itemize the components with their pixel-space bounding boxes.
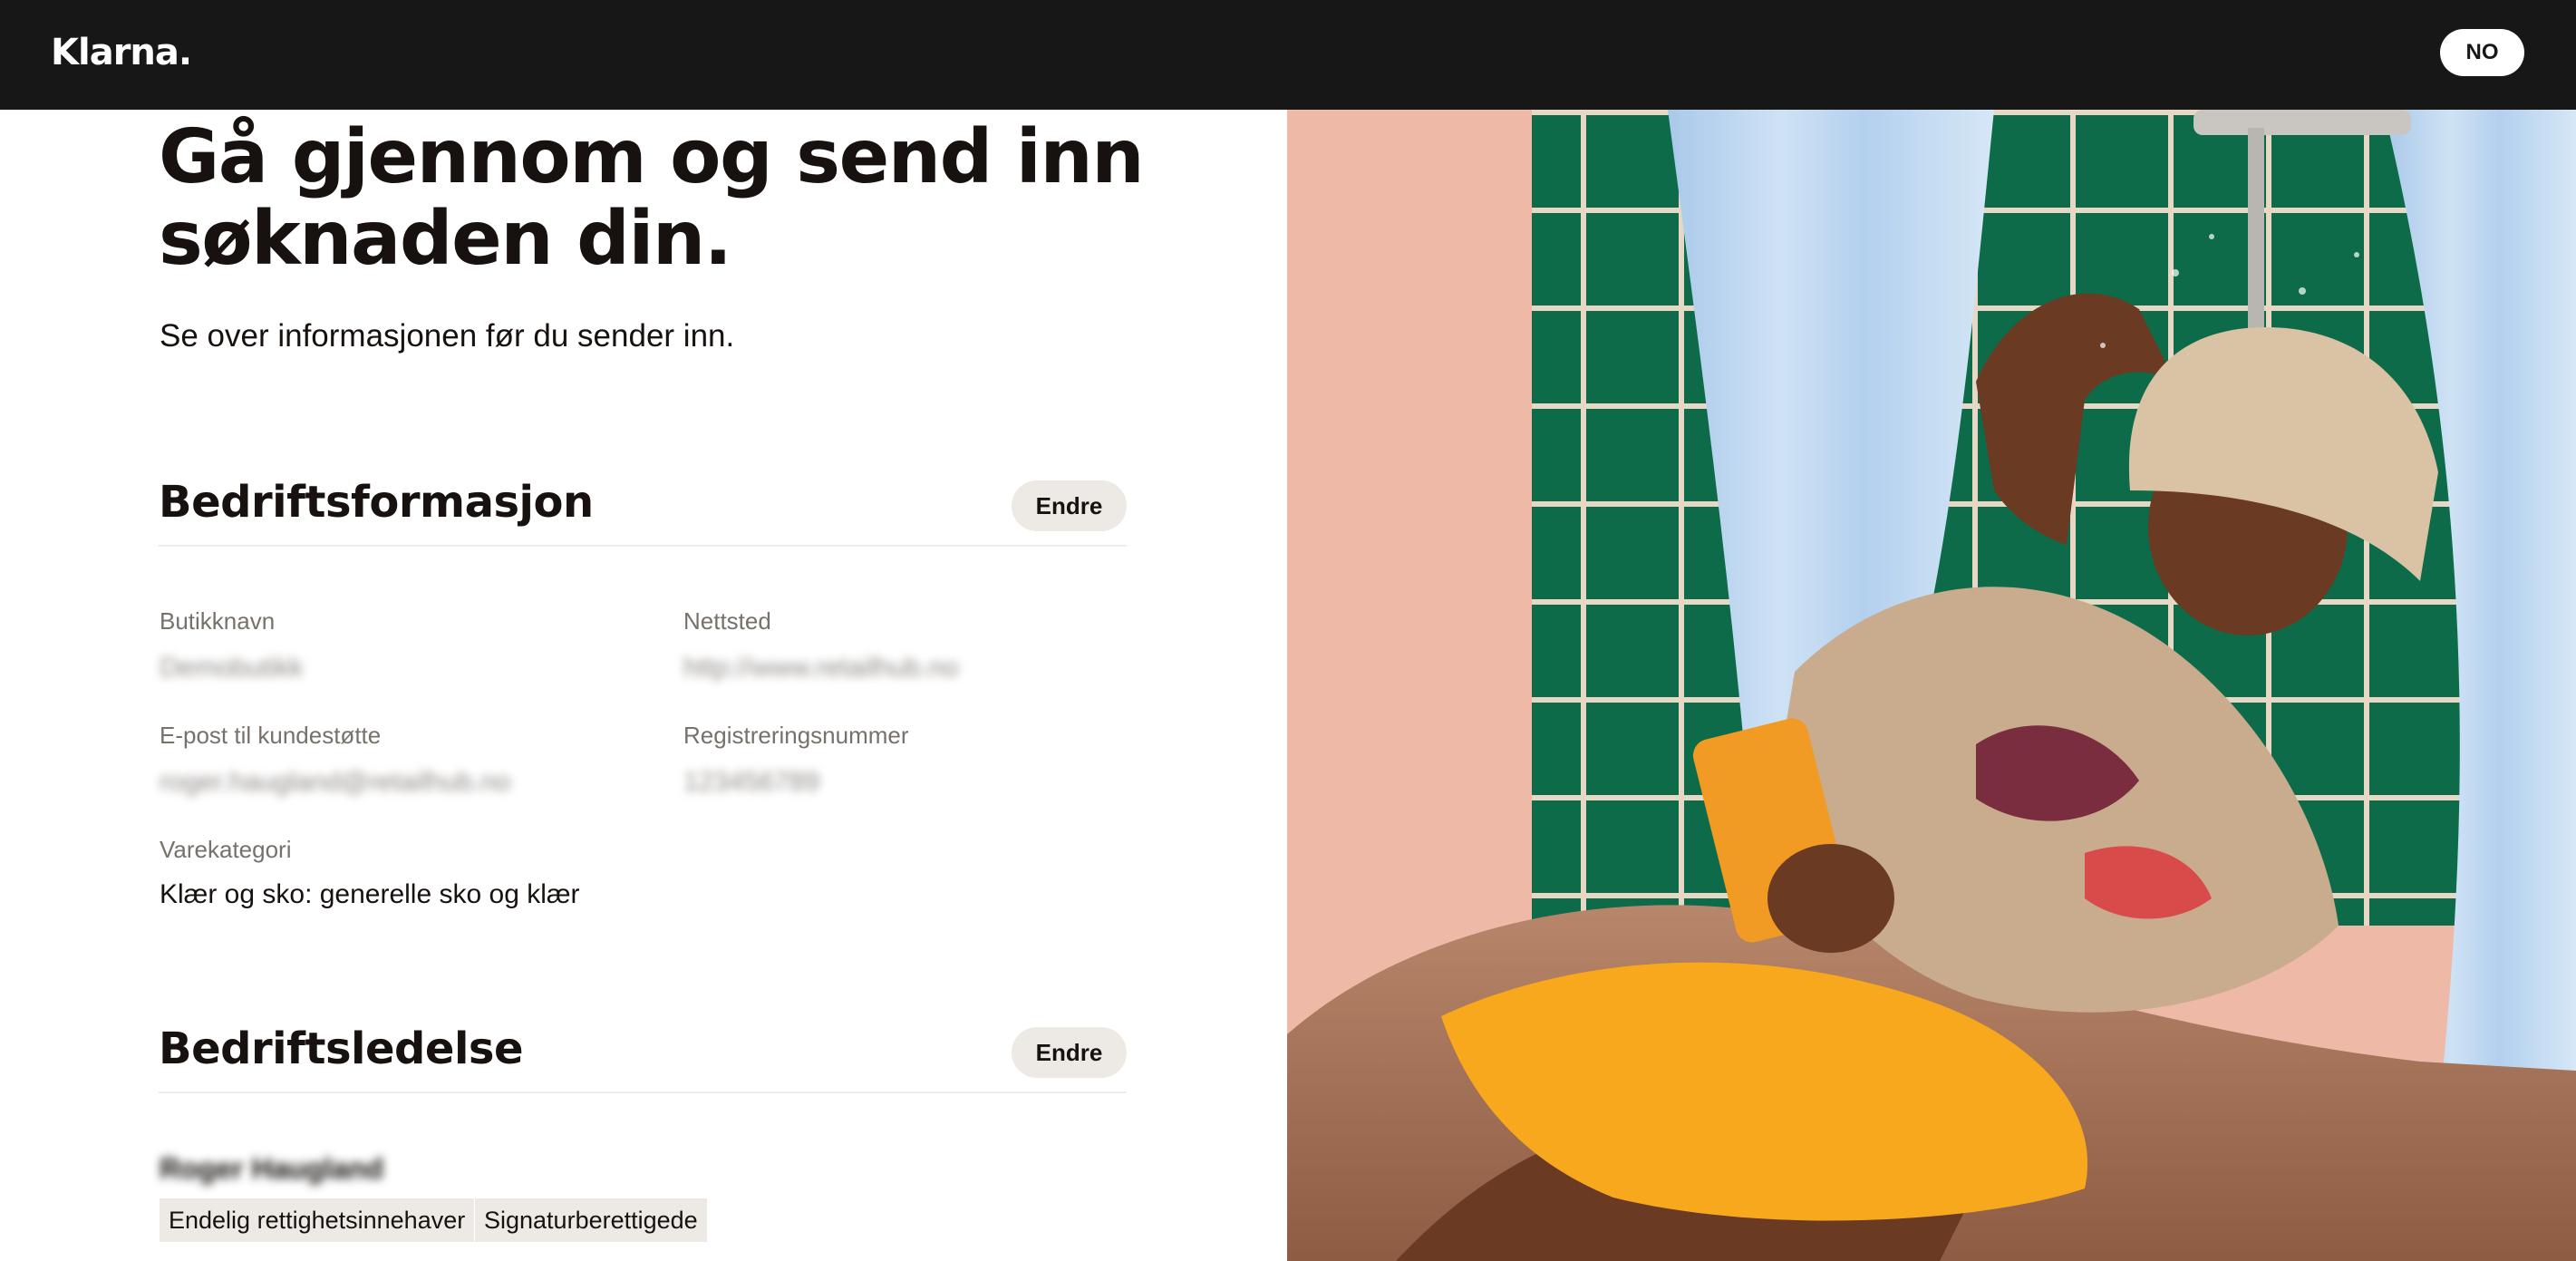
edit-business-info-button[interactable]: Endre xyxy=(1012,480,1127,531)
role-badge-ultimate-owner: Endelig rettighetsinnehaver xyxy=(160,1198,475,1242)
section-divider xyxy=(159,1091,1127,1093)
field-value-store-name: Demobutikk xyxy=(160,653,304,683)
page-subtitle: Se over informasjonen før du sender inn. xyxy=(160,318,735,354)
field-label-store-name: Butikknavn xyxy=(160,607,276,635)
field-value-website: http://www.retailhub.no xyxy=(683,653,959,683)
field-label-registration-number: Registreringsnummer xyxy=(683,722,909,749)
section-title-management: Bedriftsledelse xyxy=(159,1023,524,1074)
hero-photo-illustration xyxy=(1287,110,2576,1261)
field-label-support-email: E-post til kundestøtte xyxy=(160,722,382,749)
language-selector-button[interactable]: NO xyxy=(2440,29,2524,76)
role-badge-signatory: Signaturberettigede xyxy=(475,1198,707,1242)
field-value-support-email: roger.haugland@retailhub.no xyxy=(160,767,511,797)
section-title-business-info: Bedriftsformasjon xyxy=(159,477,594,528)
review-panel: Gå gjennom og send inn søknaden din. Se … xyxy=(0,110,1287,1261)
field-value-registration-number: 123456789 xyxy=(683,767,820,797)
edit-management-button[interactable]: Endre xyxy=(1012,1027,1127,1078)
management-person-name: Roger Haugland xyxy=(160,1152,384,1185)
page-title: Gå gjennom og send inn søknaden din. xyxy=(159,117,1246,280)
field-value-product-category: Klær og sko: generelle sko og klær xyxy=(160,879,580,909)
page-title-line-2: søknaden din. xyxy=(159,196,732,282)
section-divider xyxy=(159,545,1127,547)
field-label-website: Nettsted xyxy=(683,607,771,635)
page-title-line-1: Gå gjennom og send inn xyxy=(159,114,1145,200)
klarna-logo[interactable]: Klarna. xyxy=(51,31,192,74)
top-navigation-bar: Klarna. NO xyxy=(0,0,2576,110)
field-label-product-category: Varekategori xyxy=(160,836,292,863)
hero-photo xyxy=(1287,110,2576,1261)
